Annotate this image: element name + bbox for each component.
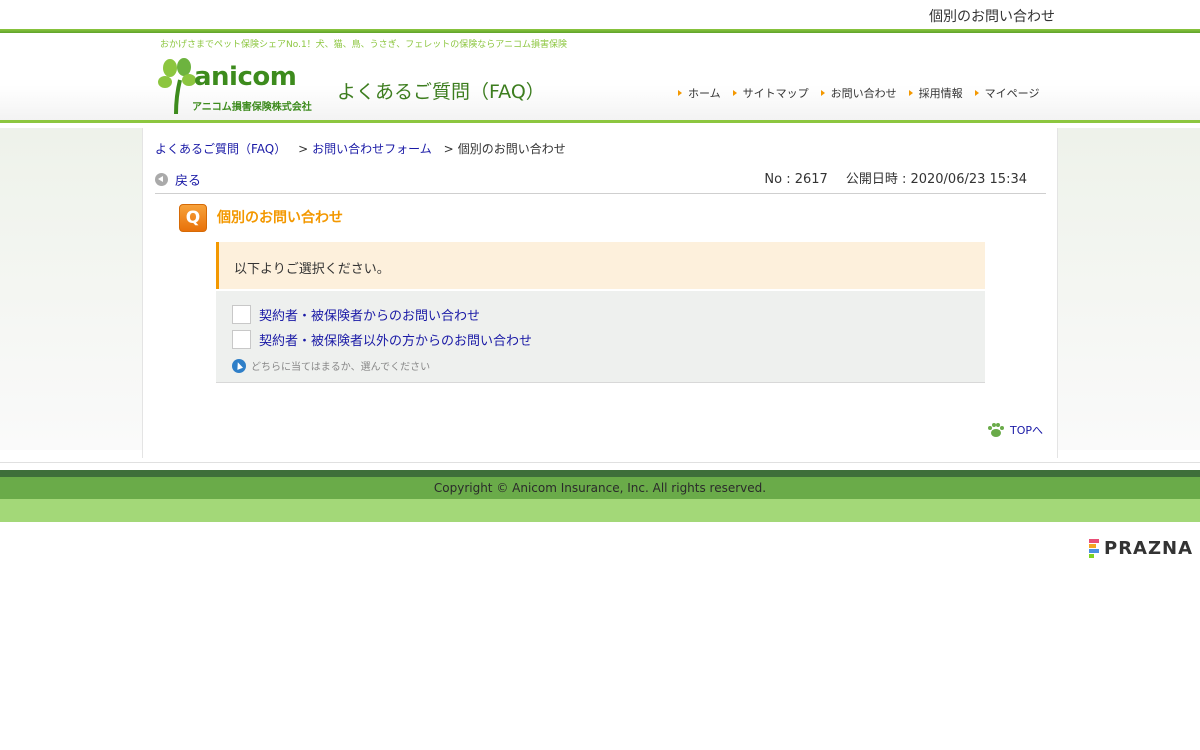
header-tagline: おかげさまでペット保険シェアNo.1！犬、猫、鳥、うさぎ、フェレットの保険ならア…	[160, 40, 568, 50]
prazna-logo-icon	[1089, 539, 1099, 558]
article-meta: No : 2617 公開日時 : 2020/06/23 15:34	[764, 168, 1027, 187]
side-gradient-right	[1058, 128, 1200, 450]
breadcrumb-separator: >	[298, 142, 309, 156]
prazna-badge[interactable]: PRAZNA	[1089, 538, 1193, 559]
pointer-icon	[232, 358, 246, 373]
choice-checkbox[interactable]	[232, 330, 251, 349]
top-page-title: 個別のお問い合わせ	[929, 9, 1055, 25]
nav-item-sitemap[interactable]: サイトマップ	[732, 85, 809, 101]
footer-bottom-band	[0, 499, 1200, 522]
nav-item-label: サイトマップ	[742, 87, 809, 100]
breadcrumb-faq-link[interactable]: よくあるご質問（FAQ）	[155, 142, 286, 156]
site-title: よくあるご質問（FAQ）	[337, 81, 545, 103]
question-icon: Q	[179, 204, 207, 232]
choice-checkbox[interactable]	[232, 305, 251, 324]
nav-item-mypage[interactable]: マイページ	[974, 85, 1040, 101]
choice-other-link[interactable]: 契約者・被保険者以外の方からのお問い合わせ	[259, 330, 532, 349]
arrow-right-icon	[908, 90, 913, 96]
footer: Copyright © Anicom Insurance, Inc. All r…	[0, 477, 1200, 499]
choice-panel: 契約者・被保険者からのお問い合わせ 契約者・被保険者以外の方からのお問い合わせ …	[216, 291, 985, 383]
arrow-right-icon	[678, 90, 682, 96]
main-content: よくあるご質問（FAQ） > お問い合わせフォーム > 個別のお問い合わせ 戻る N…	[142, 128, 1058, 458]
content-divider	[155, 193, 1046, 194]
arrow-right-icon	[974, 90, 979, 96]
choice-policyholder-link[interactable]: 契約者・被保険者からのお問い合わせ	[259, 305, 480, 324]
header-bottom-line	[0, 120, 1200, 123]
breadcrumb-contact-form-link[interactable]: お問い合わせフォーム	[312, 142, 432, 156]
nav-item-home[interactable]: ホーム	[678, 85, 721, 101]
nav-item-recruit[interactable]: 採用情報	[908, 85, 963, 101]
site-header: おかげさまでペット保険シェアNo.1！犬、猫、鳥、うさぎ、フェレットの保険ならア…	[0, 33, 1200, 120]
top-bar: 個別のお問い合わせ	[0, 0, 1200, 29]
back-to-top-link[interactable]: TOPへ	[987, 422, 1043, 438]
nav-item-label: お問い合わせ	[830, 87, 897, 100]
choice-other[interactable]: 契約者・被保険者以外の方からのお問い合わせ	[232, 330, 532, 349]
nav-item-contact[interactable]: お問い合わせ	[820, 85, 897, 101]
to-top-label: TOPへ	[1009, 424, 1043, 437]
back-arrow-icon	[155, 173, 168, 186]
side-gradient-left	[0, 128, 142, 450]
hint-text: どちらに当てはまるか、選んでください	[251, 362, 431, 373]
instruction-box: 以下よりご選択ください。	[216, 242, 985, 289]
global-nav: ホーム サイトマップ お問い合わせ 採用情報 マイページ	[678, 85, 1051, 101]
question-title: 個別のお問い合わせ	[217, 210, 343, 226]
arrow-right-icon	[732, 90, 737, 96]
article-number: No : 2617	[764, 172, 828, 187]
paw-icon	[987, 423, 1004, 437]
back-label: 戻る	[175, 174, 202, 189]
breadcrumb: よくあるご質問（FAQ） > お問い合わせフォーム > 個別のお問い合わせ	[155, 140, 566, 157]
nav-item-label: 採用情報	[918, 87, 963, 100]
breadcrumb-current: 個別のお問い合わせ	[457, 142, 566, 156]
copyright: Copyright © Anicom Insurance, Inc. All r…	[433, 481, 767, 495]
nav-item-label: ホーム	[688, 87, 721, 100]
logo-company-name: アニコム損害保険株式会社	[192, 102, 312, 113]
back-button[interactable]: 戻る	[155, 170, 201, 189]
instruction-text: 以下よりご選択ください。	[234, 262, 390, 277]
footer-separator	[0, 462, 1200, 463]
anicom-logo[interactable]: anicom アニコム損害保険株式会社	[158, 58, 328, 116]
breadcrumb-separator: >	[443, 142, 454, 156]
published-date: 公開日時 : 2020/06/23 15:34	[845, 172, 1027, 187]
nav-item-label: マイページ	[984, 87, 1040, 100]
choice-policyholder[interactable]: 契約者・被保険者からのお問い合わせ	[232, 305, 480, 324]
footer-top-band	[0, 470, 1200, 477]
logo-wordmark: anicom	[194, 62, 297, 92]
prazna-wordmark: PRAZNA	[1104, 538, 1194, 559]
arrow-right-icon	[820, 90, 825, 96]
choice-hint: どちらに当てはまるか、選んでください	[232, 358, 430, 373]
